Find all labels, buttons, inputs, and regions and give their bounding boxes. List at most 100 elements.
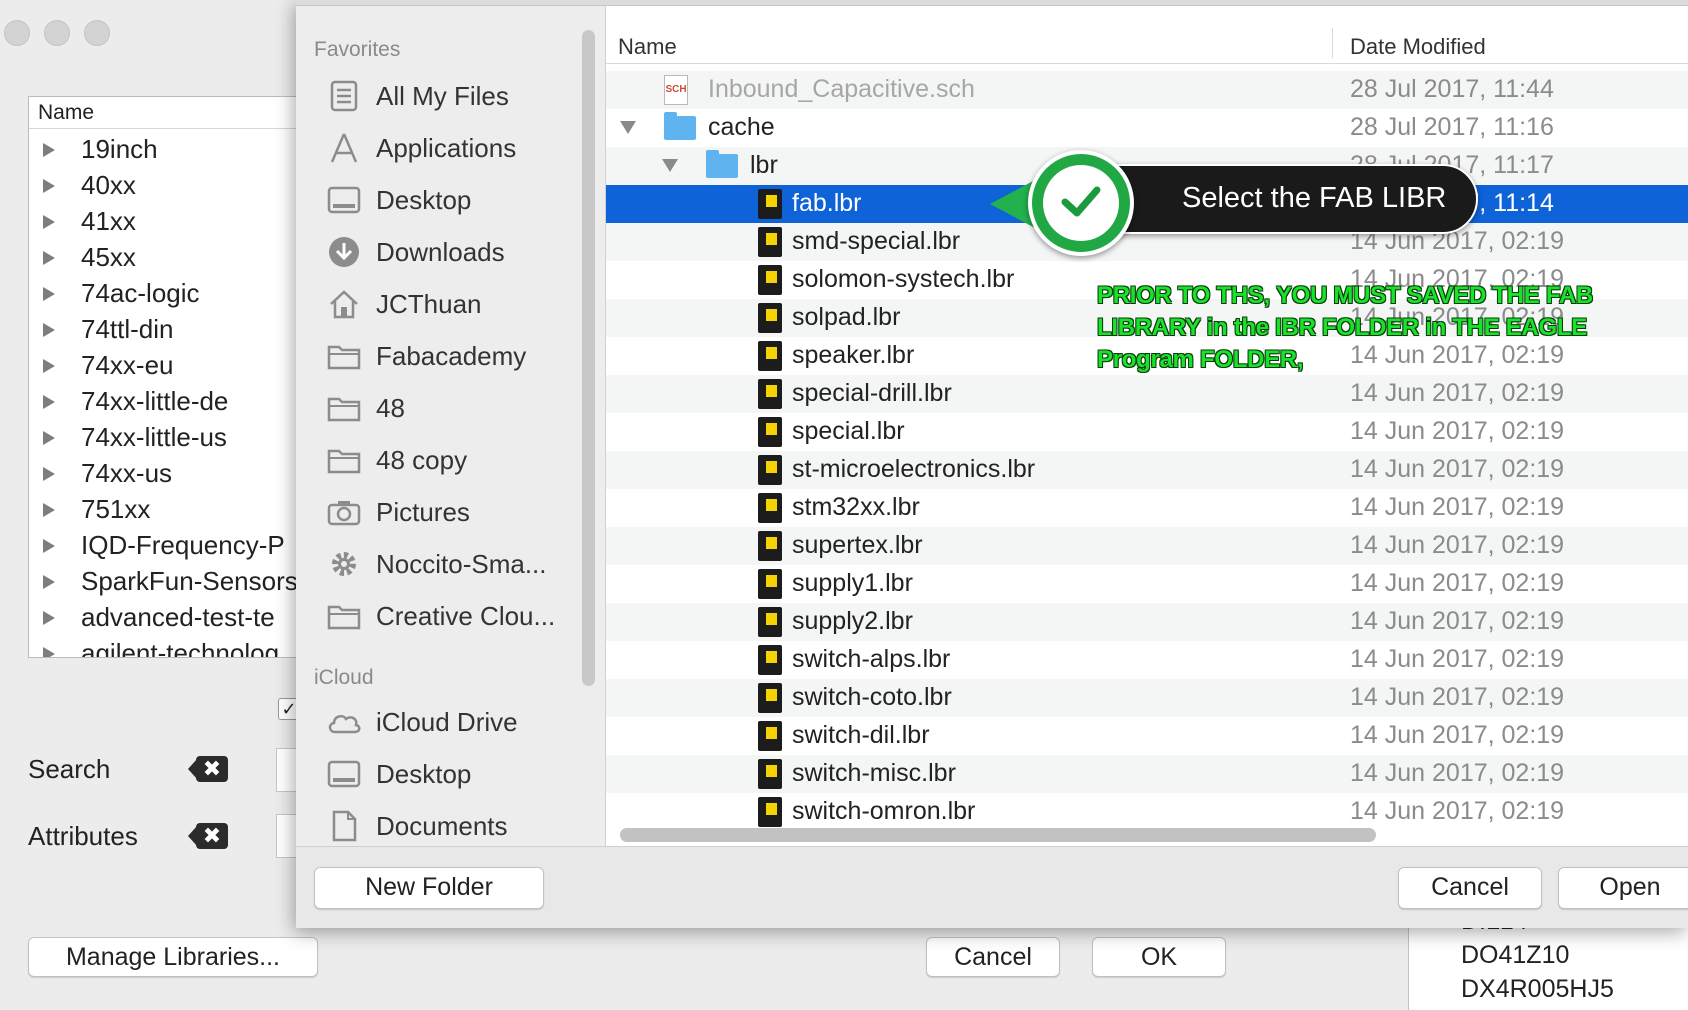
disclosure-triangle-icon[interactable] bbox=[43, 503, 55, 517]
library-file-icon bbox=[758, 721, 782, 751]
disclosure-triangle-icon[interactable] bbox=[43, 539, 55, 553]
tree-item[interactable]: 74xx-little-de bbox=[29, 383, 297, 419]
gear-icon bbox=[326, 546, 362, 582]
file-date: 14 Jun 2017, 02:19 bbox=[1350, 645, 1565, 673]
library-file-icon bbox=[758, 607, 782, 637]
tree-item-label: 74xx-us bbox=[81, 458, 173, 488]
sidebar-item[interactable]: 48 bbox=[326, 386, 405, 430]
file-row[interactable]: switch-alps.lbr 14 Jun 2017, 02:19 bbox=[606, 641, 1688, 679]
disclosure-triangle-icon[interactable] bbox=[43, 359, 55, 373]
tree-item[interactable]: 74xx-little-us bbox=[29, 419, 297, 455]
file-list[interactable]: Name Date Modified SCH Inbound_Capacitive… bbox=[606, 6, 1688, 846]
tree-item[interactable]: 751xx bbox=[29, 491, 297, 527]
column-divider[interactable] bbox=[1332, 28, 1333, 58]
disclosure-triangle-icon[interactable] bbox=[43, 611, 55, 625]
folder-row[interactable]: cache 28 Jul 2017, 11:16 bbox=[606, 109, 1688, 147]
tree-item[interactable]: 74ac-logic bbox=[29, 275, 297, 311]
sidebar-item[interactable]: Creative Clou... bbox=[326, 594, 555, 638]
file-row[interactable]: supply1.lbr 14 Jun 2017, 02:19 bbox=[606, 565, 1688, 603]
file-row[interactable]: switch-misc.lbr 14 Jun 2017, 02:19 bbox=[606, 755, 1688, 793]
sidebar-item-label: JCThuan bbox=[376, 288, 482, 319]
disclosure-triangle-icon[interactable] bbox=[43, 251, 55, 265]
disclosure-triangle-icon[interactable] bbox=[43, 179, 55, 193]
instruction-note: PRIOR TO THS, YOU MUST SAVED THE FAB LIB… bbox=[1097, 282, 1593, 373]
dialog-button-bar: New Folder Cancel Open bbox=[296, 846, 1688, 928]
file-row[interactable]: special-drill.lbr 14 Jun 2017, 02:19 bbox=[606, 375, 1688, 413]
sidebar-item-label: Pictures bbox=[376, 496, 470, 527]
tree-item-label: SparkFun-Sensors bbox=[81, 566, 298, 596]
file-row[interactable]: SCH Inbound_Capacitive.sch 28 Jul 2017, 11… bbox=[606, 71, 1688, 109]
sidebar-item[interactable]: Downloads bbox=[326, 230, 505, 274]
file-row[interactable]: supply2.lbr 14 Jun 2017, 02:19 bbox=[606, 603, 1688, 641]
tree-item[interactable]: 74xx-eu bbox=[29, 347, 297, 383]
tree-item[interactable]: IQD-Frequency-P bbox=[29, 527, 297, 563]
file-row[interactable]: supertex.lbr 14 Jun 2017, 02:19 bbox=[606, 527, 1688, 565]
manage-libraries-button[interactable]: Manage Libraries... bbox=[28, 937, 318, 977]
sidebar-scrollbar[interactable] bbox=[582, 30, 595, 686]
disclosure-triangle-icon[interactable] bbox=[43, 431, 55, 445]
file-date: 14 Jun 2017, 02:19 bbox=[1350, 759, 1565, 787]
file-row[interactable]: stm32xx.lbr 14 Jun 2017, 02:19 bbox=[606, 489, 1688, 527]
tree-item[interactable]: SparkFun-Sensors bbox=[29, 563, 297, 599]
column-name-header[interactable]: Name bbox=[618, 34, 677, 60]
tree-item-label: 19inch bbox=[81, 134, 158, 164]
window-close-dot[interactable] bbox=[4, 20, 30, 46]
expand-triangle-icon[interactable] bbox=[662, 159, 678, 172]
horizontal-scrollbar[interactable] bbox=[620, 828, 1376, 842]
file-row[interactable]: switch-dil.lbr 14 Jun 2017, 02:19 bbox=[606, 717, 1688, 755]
clear-attributes-icon[interactable]: ✖ bbox=[188, 823, 228, 849]
package-item[interactable]: DX4R005HJ5 bbox=[1409, 972, 1688, 1006]
tree-item[interactable]: 19inch bbox=[29, 131, 297, 167]
ok-button[interactable]: OK bbox=[1092, 937, 1226, 977]
file-date: 14 Jun 2017, 02:19 bbox=[1350, 569, 1565, 597]
file-date: 14 Jun 2017, 02:19 bbox=[1350, 493, 1565, 521]
sidebar-item[interactable]: iCloud Drive bbox=[326, 700, 518, 744]
tree-item[interactable]: advanced-test-te bbox=[29, 599, 297, 635]
file-row[interactable]: st-microelectronics.lbr 14 Jun 2017, 02:1… bbox=[606, 451, 1688, 489]
sidebar-item[interactable]: Pictures bbox=[326, 490, 470, 534]
package-item[interactable]: DO41Z10 bbox=[1409, 938, 1688, 972]
open-button[interactable]: Open bbox=[1558, 867, 1688, 909]
disclosure-triangle-icon[interactable] bbox=[43, 647, 55, 657]
file-date: 14 Jun 2017, 02:19 bbox=[1350, 683, 1565, 711]
file-row[interactable]: switch-omron.lbr 14 Jun 2017, 02:19 bbox=[606, 793, 1688, 831]
sidebar-item[interactable]: Documents bbox=[326, 804, 508, 846]
sidebar-item[interactable]: Fabacademy bbox=[326, 334, 526, 378]
sidebar-item[interactable]: Applications bbox=[326, 126, 516, 170]
sidebar-item[interactable]: 48 copy bbox=[326, 438, 467, 482]
disclosure-triangle-icon[interactable] bbox=[43, 323, 55, 337]
sidebar-item[interactable]: Desktop bbox=[326, 178, 471, 222]
disclosure-triangle-icon[interactable] bbox=[43, 143, 55, 157]
dialog-cancel-button[interactable]: Cancel bbox=[1398, 867, 1542, 909]
file-date: 14 Jun 2017, 02:19 bbox=[1350, 379, 1565, 407]
window-zoom-dot[interactable] bbox=[84, 20, 110, 46]
tree-item[interactable]: 45xx bbox=[29, 239, 297, 275]
window-minimize-dot[interactable] bbox=[44, 20, 70, 46]
library-tree[interactable]: Name 19inch 40xx 41xx 45xx 74ac-logic 74ttl-d… bbox=[28, 96, 298, 658]
tree-item[interactable]: 41xx bbox=[29, 203, 297, 239]
tree-item[interactable]: 74xx-us bbox=[29, 455, 297, 491]
new-folder-button[interactable]: New Folder bbox=[314, 867, 544, 909]
disclosure-triangle-icon[interactable] bbox=[43, 215, 55, 229]
disclosure-triangle-icon[interactable] bbox=[43, 395, 55, 409]
file-row[interactable]: switch-coto.lbr 14 Jun 2017, 02:19 bbox=[606, 679, 1688, 717]
column-date-header[interactable]: Date Modified bbox=[1350, 34, 1486, 60]
tree-item[interactable]: 74ttl-din bbox=[29, 311, 297, 347]
file-row[interactable]: special.lbr 14 Jun 2017, 02:19 bbox=[606, 413, 1688, 451]
sidebar-item[interactable]: Noccito-Sma... bbox=[326, 542, 547, 586]
cancel-button[interactable]: Cancel bbox=[926, 937, 1060, 977]
all-files-icon bbox=[326, 78, 362, 114]
favorites-heading: Favorites bbox=[314, 38, 401, 61]
sidebar-item[interactable]: All My Files bbox=[326, 74, 509, 118]
tree-item[interactable]: agilent-technolog bbox=[29, 635, 297, 657]
sidebar-item[interactable]: JCThuan bbox=[326, 282, 482, 326]
expand-triangle-icon[interactable] bbox=[620, 121, 636, 134]
package-list[interactable]: DIL14 DO41Z10 DX4R005HJ5 bbox=[1408, 907, 1688, 1010]
sidebar-item[interactable]: Desktop bbox=[326, 752, 471, 796]
disclosure-triangle-icon[interactable] bbox=[43, 467, 55, 481]
disclosure-triangle-icon[interactable] bbox=[43, 575, 55, 589]
disclosure-triangle-icon[interactable] bbox=[43, 287, 55, 301]
tree-item[interactable]: 40xx bbox=[29, 167, 297, 203]
clear-search-icon[interactable]: ✖ bbox=[188, 756, 228, 782]
tree-header-name[interactable]: Name bbox=[29, 97, 297, 129]
